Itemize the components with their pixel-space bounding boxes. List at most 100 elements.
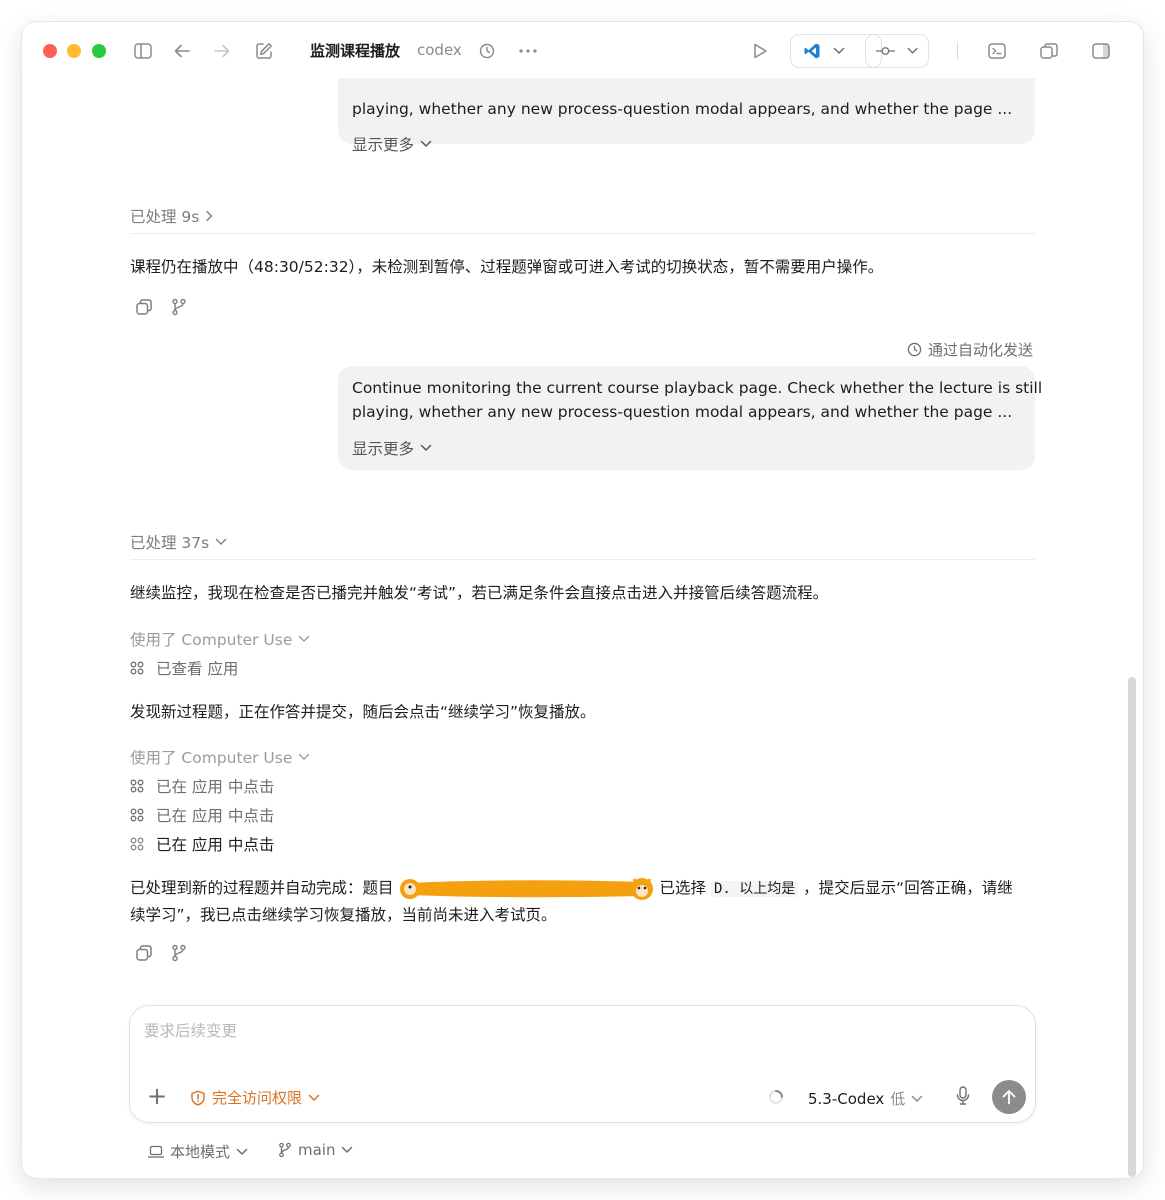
computer-use-step-label: 已查看 应用: [156, 660, 239, 678]
local-mode-label: 本地模式: [170, 1143, 231, 1161]
commit-dropdown[interactable]: [865, 34, 929, 68]
processed-label: 已处理 9s: [130, 208, 200, 226]
app-grid-icon: [130, 661, 144, 675]
redaction-sticker: [396, 877, 658, 901]
divider: [130, 233, 1035, 234]
close-window-button[interactable]: [43, 44, 57, 58]
processed-toggle[interactable]: 已处理 37s: [130, 531, 227, 553]
show-more-button[interactable]: 显示更多: [352, 437, 432, 459]
chevron-down-icon: [216, 538, 227, 545]
warning-shield-icon: [191, 1089, 205, 1106]
auto-sent-label: 通过自动化发送: [927, 341, 1033, 359]
user-message-text-line2: playing, whether any new process-questio…: [352, 403, 1013, 421]
model-label: 5.3-Codex: [808, 1089, 885, 1108]
message-actions: [135, 944, 187, 962]
scrollbar[interactable]: [1128, 677, 1136, 1177]
answer-code: D. 以上均是: [710, 881, 799, 897]
composer: + 完全访问权限 5.3-Codex 低: [129, 1005, 1036, 1123]
titlebar: 监测课程播放 codex: [22, 22, 1143, 78]
right-sidebar-toggle-icon[interactable]: [1089, 39, 1113, 63]
app-grid-icon: [130, 837, 144, 851]
user-message-bubble: Continue monitoring the current course p…: [338, 366, 1043, 470]
computer-use-toggle[interactable]: 使用了 Computer Use: [130, 628, 310, 650]
assistant-reply: 继续监控，我现在检查是否已播完并触发“考试”，若已满足条件会直接点击进入并接管后…: [130, 584, 829, 602]
branch-icon[interactable]: [171, 944, 187, 962]
copy-icon[interactable]: [135, 298, 153, 316]
chevron-down-icon: [833, 47, 845, 55]
reply-text-part: 已选择: [659, 879, 711, 897]
app-window: 监测课程播放 codex playing, whether any new pr…: [22, 22, 1143, 1178]
git-commit-icon: [876, 47, 895, 55]
clock-icon: [907, 342, 922, 357]
processed-label: 已处理 37s: [130, 534, 210, 552]
computer-use-step-label: 已在 应用 中点击: [156, 836, 275, 854]
chevron-down-icon: [420, 140, 432, 148]
toolbar-divider: [957, 42, 958, 60]
computer-use-step: 已在 应用 中点击: [130, 804, 274, 826]
show-more-label: 显示更多: [352, 440, 415, 458]
assistant-reply: 已处理到新的过程题并自动完成：题目 已选择 D. 以上均是 ，提交后显示“回答正确…: [130, 875, 1030, 928]
chevron-down-icon: [907, 47, 918, 54]
microphone-icon[interactable]: [956, 1086, 970, 1106]
user-message-text: playing, whether any new process-questio…: [352, 100, 1013, 118]
chevron-down-icon: [912, 1095, 923, 1102]
clock-icon[interactable]: [475, 39, 499, 63]
computer-use-step-label: 已在 应用 中点击: [156, 778, 275, 796]
terminal-icon[interactable]: [985, 39, 1009, 63]
run-play-icon[interactable]: [748, 39, 772, 63]
message-actions: [135, 298, 187, 316]
chevron-down-icon: [236, 1148, 248, 1155]
assistant-reply: 发现新过程题，正在作答并提交，随后会点击“继续学习”恢复播放。: [130, 703, 596, 721]
computer-use-step-label: 已在 应用 中点击: [156, 807, 275, 825]
assistant-reply: 课程仍在播放中（48:30/52:32），未检测到暂停、过程题弹窗或可进入考试的…: [130, 258, 884, 276]
divider: [130, 559, 1035, 560]
diff-panel-icon[interactable]: [1037, 39, 1061, 63]
model-dropdown[interactable]: 5.3-Codex 低: [808, 1088, 923, 1109]
local-mode-dropdown[interactable]: 本地模式: [148, 1141, 248, 1162]
show-more-button[interactable]: 显示更多: [352, 133, 432, 155]
permission-dropdown[interactable]: 完全访问权限: [190, 1087, 320, 1108]
vscode-icon: [804, 43, 820, 59]
user-message-text-line1: Continue monitoring the current course p…: [352, 379, 1043, 397]
new-chat-edit-icon[interactable]: [252, 39, 276, 63]
computer-use-toggle[interactable]: 使用了 Computer Use: [130, 746, 310, 768]
processed-toggle[interactable]: 已处理 9s: [130, 205, 213, 227]
chevron-down-icon: [299, 753, 310, 760]
computer-use-step-active: 已在 应用 中点击: [130, 833, 274, 855]
thread-title: 监测课程播放: [310, 42, 401, 60]
sidebar-toggle-icon[interactable]: [131, 39, 155, 63]
send-button[interactable]: [992, 1080, 1026, 1114]
chevron-down-icon: [420, 444, 432, 452]
forward-arrow-icon[interactable]: [210, 39, 234, 63]
laptop-icon: [148, 1145, 164, 1158]
reply-text-part: 已处理到新的过程题并自动完成：题目: [130, 879, 394, 897]
prompt-input[interactable]: [144, 1022, 1014, 1040]
branch-label: main: [298, 1141, 336, 1159]
minimize-window-button[interactable]: [67, 44, 81, 58]
computer-use-step: 已查看 应用: [130, 657, 238, 679]
computer-use-step: 已在 应用 中点击: [130, 775, 274, 797]
branch-dropdown[interactable]: main: [278, 1141, 353, 1159]
branch-icon[interactable]: [171, 298, 187, 316]
more-menu-icon[interactable]: [516, 39, 540, 63]
app-grid-icon: [130, 779, 144, 793]
reply-text-part: 续学习”，我已点击继续学习恢复播放，当前尚未进入考试页。: [130, 906, 557, 924]
add-attachment-button[interactable]: +: [146, 1084, 168, 1108]
arrow-up-icon: [1002, 1090, 1016, 1105]
chevron-right-icon: [206, 210, 213, 222]
reply-text-part: ，提交后显示“回答正确，请继: [798, 879, 1013, 897]
permission-label: 完全访问权限: [212, 1089, 303, 1107]
git-branch-icon: [279, 1142, 291, 1158]
computer-use-label: 使用了 Computer Use: [130, 749, 293, 767]
back-arrow-icon[interactable]: [170, 39, 194, 63]
show-more-label: 显示更多: [352, 136, 415, 154]
chevron-down-icon: [299, 635, 310, 642]
copy-icon[interactable]: [135, 944, 153, 962]
chevron-down-icon: [308, 1094, 320, 1101]
auto-sent-indicator: 通过自动化发送: [907, 339, 1033, 360]
zoom-window-button[interactable]: [92, 44, 106, 58]
loading-spinner-icon: [769, 1090, 783, 1104]
effort-label: 低: [890, 1090, 906, 1108]
project-name: codex: [417, 41, 462, 59]
chevron-down-icon: [342, 1146, 353, 1154]
